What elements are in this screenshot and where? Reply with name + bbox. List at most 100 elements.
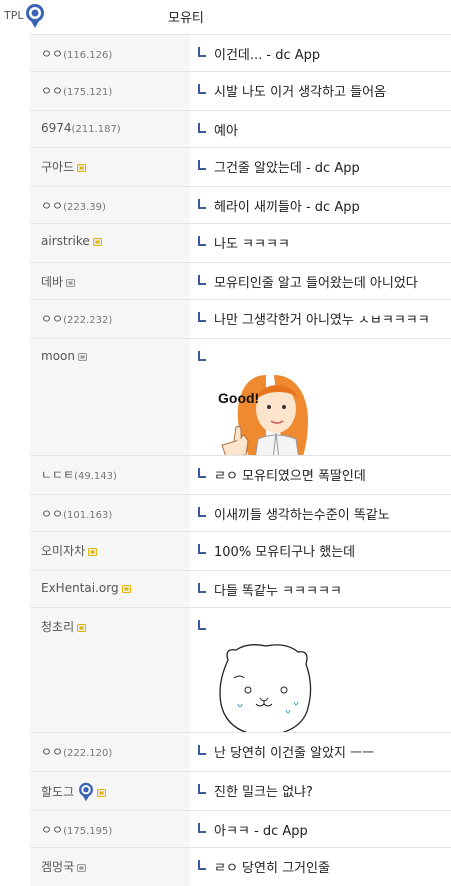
reply-arrow-icon: [198, 620, 206, 630]
author-ip: (222.120): [63, 748, 113, 759]
author-nickname[interactable]: moon: [41, 349, 75, 363]
fixed-nick-icon: [88, 545, 98, 556]
reply-arrow-icon: [198, 351, 206, 361]
comment-row: 겜멍국 ㄹㅇ 당연히 그거인줄: [30, 847, 451, 886]
author-nickname[interactable]: ExHentai.org: [41, 581, 119, 595]
comment-row: 6974(211.187) 예아: [30, 110, 451, 147]
fixed-nick-icon: [77, 621, 87, 632]
author-ip: (223.39): [63, 202, 106, 213]
author-nickname[interactable]: 6974: [41, 121, 72, 135]
reply-arrow-icon: [198, 236, 206, 246]
comment-row: ㅇㅇ(222.120) 난 당연히 이건줄 알았지 ㅡㅡ: [30, 732, 451, 771]
comment-row: moon Good!: [30, 338, 451, 468]
comment-row: ExHentai.org 다들 똑같누 ㅋㅋㅋㅋㅋ: [30, 570, 451, 607]
comment-text: 그건줄 알았는데 - dc App: [214, 161, 360, 176]
reply-arrow-icon: [198, 860, 206, 870]
comment-row: ㅇㅇ(175.195) 아ㅋㅋ - dc App: [30, 810, 451, 847]
comment-row: 청초리: [30, 607, 451, 742]
author-ip: (101.163): [63, 510, 113, 521]
comment-text: 모유티인줄 알고 들어왔는데 아니었다: [214, 276, 418, 291]
comment-author[interactable]: ㅇㅇ(116.126): [41, 45, 112, 62]
fixed-nick-icon: [97, 786, 107, 797]
comment-author[interactable]: 청초리: [41, 618, 87, 635]
fixed-nick-icon: [77, 161, 87, 172]
comment-list: ㅇㅇ(116.126) 이건데... - dc App ㅇㅇ(175.121) 시발 …: [30, 34, 451, 886]
comment-author[interactable]: 데바: [41, 273, 76, 290]
author-ip: (211.187): [71, 124, 121, 135]
image-caption: Good!: [218, 390, 259, 406]
comment-author[interactable]: ExHentai.org: [41, 581, 131, 595]
comment-row: ㅇㅇ(175.121) 시발 나도 이거 생각하고 들어옴: [30, 71, 451, 110]
comment-author[interactable]: ㅇㅇ(222.120): [41, 743, 112, 760]
reply-arrow-icon: [198, 123, 206, 133]
comment-author[interactable]: ㅇㅇ(175.195): [41, 821, 112, 838]
reply-arrow-icon: [198, 84, 206, 94]
author-nickname[interactable]: 청초리: [41, 620, 74, 634]
comment-text: 이건데... - dc App: [214, 48, 321, 63]
post-title-text: 모유티: [168, 11, 204, 26]
comment-author[interactable]: 겜멍국: [41, 858, 87, 875]
comment-text: 헤라이 새끼들아 - dc App: [214, 200, 360, 215]
comment-text: 나도 ㅋㅋㅋㅋ: [214, 237, 290, 252]
comment-text: 시발 나도 이거 생각하고 들어옴: [214, 85, 387, 100]
crying-blob-sketch-image: [214, 638, 316, 745]
reply-arrow-icon: [198, 823, 206, 833]
comment-author[interactable]: 할도그: [41, 782, 107, 805]
comment-text: 나만 그생각한거 아니였누 ㅅㅂㅋㅋㅋㅋ: [214, 313, 430, 328]
comment-row: ㅇㅇ(116.126) 이건데... - dc App: [30, 34, 451, 71]
author-nickname[interactable]: ㅇㅇ: [41, 745, 63, 759]
author-ip: (116.126): [63, 50, 113, 61]
comment-author[interactable]: ㅇㅇ(222.232): [41, 310, 112, 327]
reply-arrow-icon: [198, 544, 206, 554]
comment-author[interactable]: 구아드: [41, 158, 87, 175]
reply-arrow-icon: [198, 312, 206, 322]
author-nickname[interactable]: ㅇㅇ: [41, 507, 63, 521]
author-nickname[interactable]: 겜멍국: [41, 860, 74, 874]
comment-author[interactable]: 6974(211.187): [41, 121, 121, 135]
comment-author[interactable]: ㄴㄷㅌ(49.143): [41, 466, 117, 483]
author-nickname[interactable]: airstrike: [41, 234, 90, 248]
gallery-badge-icon: [78, 782, 94, 805]
comment-text: ㄹㅇ 당연히 그거인줄: [214, 861, 330, 876]
comment-row: ㅇㅇ(101.163) 이새끼들 생각하는수준이 똑같노: [30, 494, 451, 531]
author-nickname[interactable]: ㅇㅇ: [41, 312, 63, 326]
reply-arrow-icon: [198, 507, 206, 517]
fixed-nick-icon: [77, 861, 87, 872]
author-ip: (175.121): [63, 87, 113, 98]
author-nickname[interactable]: ㄴㄷㅌ: [41, 468, 74, 482]
author-nickname[interactable]: 할도그: [41, 785, 74, 799]
comment-text: 이새끼들 생각하는수준이 똑같노: [214, 508, 390, 523]
author-ip: (222.232): [63, 315, 113, 326]
gallery-badge-icon: [25, 3, 45, 32]
comment-row: 데바 모유티인줄 알고 들어왔는데 아니었다: [30, 262, 451, 299]
fixed-nick-icon: [66, 276, 76, 287]
reply-arrow-icon: [198, 583, 206, 593]
comment-author[interactable]: airstrike: [41, 234, 102, 248]
comment-author[interactable]: moon: [41, 349, 87, 363]
author-nickname[interactable]: ㅇㅇ: [41, 199, 63, 213]
author-nickname[interactable]: 오미자차: [41, 544, 85, 558]
comment-text: 아ㅋㅋ - dc App: [214, 824, 308, 839]
fixed-nick-icon: [92, 235, 102, 246]
comment-text: 난 당연히 이건줄 알았지 ㅡㅡ: [214, 746, 375, 761]
comment-author[interactable]: ㅇㅇ(175.121): [41, 82, 112, 99]
reply-arrow-icon: [198, 784, 206, 794]
comment-row: 할도그 진한 밀크는 없냐?: [30, 771, 451, 810]
author-nickname[interactable]: 데바: [41, 275, 63, 289]
post-header-row: TPL 모유티: [0, 0, 451, 34]
comment-text: 예아: [214, 124, 238, 139]
author-nickname[interactable]: ㅇㅇ: [41, 47, 63, 61]
comment-author[interactable]: ㅇㅇ(101.163): [41, 505, 112, 522]
comment-author[interactable]: 오미자차: [41, 542, 98, 559]
reply-arrow-icon: [198, 47, 206, 57]
reply-arrow-icon: [198, 468, 206, 478]
author-nickname[interactable]: 구아드: [41, 160, 74, 174]
author-nickname[interactable]: ㅇㅇ: [41, 84, 63, 98]
comment-row: ㄴㄷㅌ(49.143) ㄹㅇ 모유티였으면 폭딸인데: [30, 455, 451, 494]
comment-row: ㅇㅇ(222.232) 나만 그생각한거 아니였누 ㅅㅂㅋㅋㅋㅋ: [30, 299, 451, 338]
reply-arrow-icon: [198, 160, 206, 170]
author-nickname[interactable]: TPL: [4, 9, 23, 22]
comment-row: 구아드 그건줄 알았는데 - dc App: [30, 147, 451, 186]
author-nickname[interactable]: ㅇㅇ: [41, 823, 63, 837]
comment-author[interactable]: ㅇㅇ(223.39): [41, 197, 106, 214]
